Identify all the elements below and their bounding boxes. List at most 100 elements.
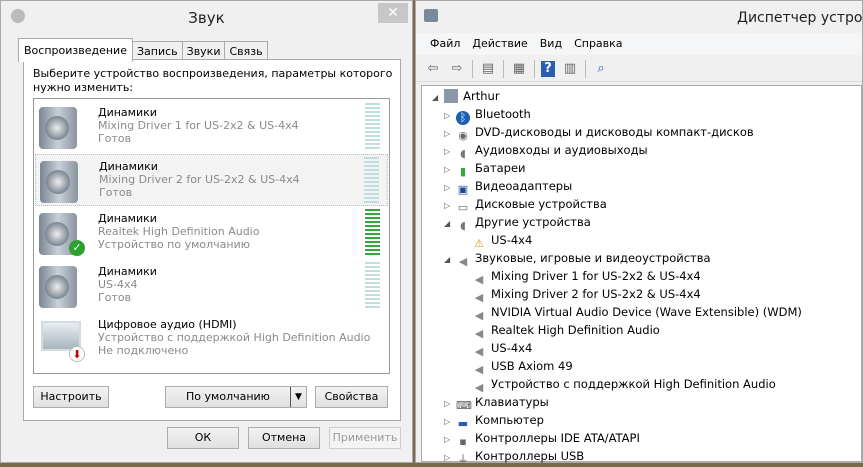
meter-bar	[365, 294, 380, 296]
forward-icon[interactable]: ⇨	[448, 61, 466, 77]
tree-node-label: Mixing Driver 2 for US-2x2 & US-4x4	[491, 287, 701, 301]
meter-bar	[364, 189, 379, 191]
device-name: Цифровое аудио (HDMI)	[98, 318, 237, 331]
tree-node[interactable]: ▷ ▪ Контроллеры IDE ATA/ATAPI	[444, 429, 640, 448]
meter-bar	[365, 143, 380, 145]
volume-meter	[365, 209, 380, 255]
meter-bar	[365, 115, 380, 117]
collapse-arrow-icon[interactable]: ◢	[444, 215, 456, 233]
meter-bar	[364, 185, 379, 187]
tree-node[interactable]: ▷ ▭ Дисковые устройства	[444, 195, 607, 214]
collapse-arrow-icon[interactable]: ◢	[444, 251, 456, 269]
separator	[534, 59, 535, 78]
tree-node[interactable]: ▷ ◉ DVD-дисководы и дисководы компакт-диск…	[444, 123, 754, 142]
run-icon[interactable]: ▥	[561, 61, 579, 77]
configure-button[interactable]: Настроить	[33, 386, 109, 408]
device-driver: Устройство с поддержкой High Definition …	[98, 331, 371, 344]
tree-node[interactable]: ▷ ▮ Батареи	[444, 159, 526, 178]
meter-bar	[365, 237, 380, 239]
tree-node[interactable]: ◢ ◖ Другие устройства	[444, 213, 591, 233]
ok-button[interactable]: ОК	[167, 427, 239, 449]
tree-node[interactable]: ▷ ⌨ Клавиатуры	[444, 393, 549, 412]
scan-hardware-icon[interactable]: ⌕	[592, 61, 610, 77]
device-list[interactable]: Динамики Mixing Driver 1 for US-2x2 & US…	[33, 98, 390, 374]
tree-node[interactable]: ▷ ᛒ Bluetooth	[444, 105, 531, 125]
tree-node[interactable]: ◀ US-4x4	[472, 339, 533, 358]
tree-node[interactable]: ▷ ◖ Аудиовходы и аудиовыходы	[444, 141, 648, 160]
meter-bar	[365, 217, 380, 219]
help-icon[interactable]: ?	[541, 60, 555, 77]
speaker-icon	[40, 161, 78, 203]
menu-view[interactable]: Вид	[540, 33, 562, 55]
back-icon[interactable]: ⇦	[424, 61, 442, 77]
meter-bar	[365, 127, 380, 129]
menu-help[interactable]: Справка	[574, 33, 622, 55]
meter-bar	[365, 282, 380, 284]
tree-root[interactable]: ◢ Arthur	[432, 87, 500, 105]
meter-bar	[364, 161, 379, 163]
device-status: Готов	[99, 186, 133, 199]
device-tree[interactable]: ◢ Arthur ▷ ᛒ Bluetooth ▷ ◉ DVD-дисководы и дис…	[421, 85, 862, 467]
meter-bar	[365, 225, 380, 227]
apply-button[interactable]: Применить	[329, 427, 401, 449]
device-status: Готов	[98, 132, 132, 145]
device-row[interactable]: Динамики Mixing Driver 2 for US-2x2 & US…	[35, 154, 388, 206]
meter-bar	[364, 165, 379, 167]
speaker-icon	[39, 266, 77, 308]
meter-bar	[365, 270, 380, 272]
close-button[interactable]: ✕	[378, 3, 408, 23]
tree-node[interactable]: ⚠ US-4x4	[472, 231, 532, 250]
device-name: Динамики	[98, 265, 157, 278]
menu-action[interactable]: Действие	[472, 33, 527, 55]
dropdown-arrow-icon[interactable]: ▼	[290, 387, 306, 407]
volume-meter	[365, 103, 380, 149]
tree-node[interactable]: ▷ ▬ Компьютер	[444, 411, 544, 430]
tab-playback[interactable]: Воспроизведение	[18, 38, 133, 62]
cancel-button[interactable]: Отмена	[248, 427, 320, 449]
tree-node[interactable]: ◢ ◀ Звуковые, игровые и видеоустройства	[444, 249, 711, 269]
device-manager-icon	[424, 9, 438, 22]
other-devices-icon: ◖	[460, 219, 466, 232]
show-hide-tree-icon[interactable]: ▤	[479, 61, 497, 77]
device-row[interactable]: ⬇ Цифровое аудио (HDMI) Устройство с подд…	[35, 313, 388, 365]
properties-icon[interactable]: ▦	[510, 61, 528, 77]
meter-bar	[365, 103, 380, 105]
tree-node-label: Видеоадаптеры	[475, 179, 573, 193]
tree-node[interactable]: ◀ Устройство с поддержкой High Definition…	[472, 375, 776, 394]
separator	[472, 59, 473, 78]
usb-icon: ⏚	[457, 453, 469, 466]
meter-bar	[365, 147, 380, 149]
meter-bar	[365, 131, 380, 133]
tree-node[interactable]: ◀ Realtek High Definition Audio	[472, 321, 660, 340]
tree-node[interactable]: ◀ Mixing Driver 1 for US-2x2 & US-4x4	[472, 267, 701, 286]
meter-bar	[365, 111, 380, 113]
meter-bar	[365, 209, 380, 211]
meter-bar	[365, 302, 380, 304]
sound-title-bar[interactable]: Звук ✕	[1, 1, 412, 32]
tree-node[interactable]: ▷ ⏚ Контроллеры USB	[444, 447, 584, 467]
device-row[interactable]: Динамики US-4x4 Готов	[35, 260, 388, 312]
meter-bar	[364, 173, 379, 175]
meter-bar	[365, 245, 380, 247]
tree-node-label: Realtek High Definition Audio	[491, 323, 660, 337]
meter-bar	[364, 177, 379, 179]
devmgr-title-bar[interactable]: Диспетчер устройств	[416, 1, 863, 32]
device-row[interactable]: Динамики Mixing Driver 1 for US-2x2 & US…	[35, 101, 388, 153]
tree-node[interactable]: ▷ ▣ Видеоадаптеры	[444, 177, 573, 196]
tree-node[interactable]: ◀ USB Axiom 49	[472, 357, 573, 376]
tree-node[interactable]: ◀ Mixing Driver 2 for US-2x2 & US-4x4	[472, 285, 701, 304]
device-row[interactable]: ✓ Динамики Realtek High Definition Audio …	[35, 207, 388, 259]
collapse-arrow-icon[interactable]: ◢	[432, 93, 438, 102]
volume-meter	[365, 262, 380, 308]
set-default-button[interactable]: По умолчанию ▼	[165, 386, 307, 408]
device-driver: US-4x4	[98, 278, 138, 291]
device-status: Не подключено	[98, 344, 189, 357]
menu-bar: Файл Действие Вид Справка	[416, 33, 862, 55]
meter-bar	[365, 221, 380, 223]
computer-icon	[444, 89, 459, 103]
tree-node[interactable]: ◀ NVIDIA Virtual Audio Device (Wave Exten…	[472, 303, 802, 322]
tree-node-label: DVD-дисководы и дисководы компакт-дисков	[475, 125, 754, 139]
menu-file[interactable]: Файл	[430, 33, 460, 55]
properties-button[interactable]: Свойства	[315, 386, 388, 408]
expand-arrow-icon[interactable]: ▷	[444, 449, 456, 467]
